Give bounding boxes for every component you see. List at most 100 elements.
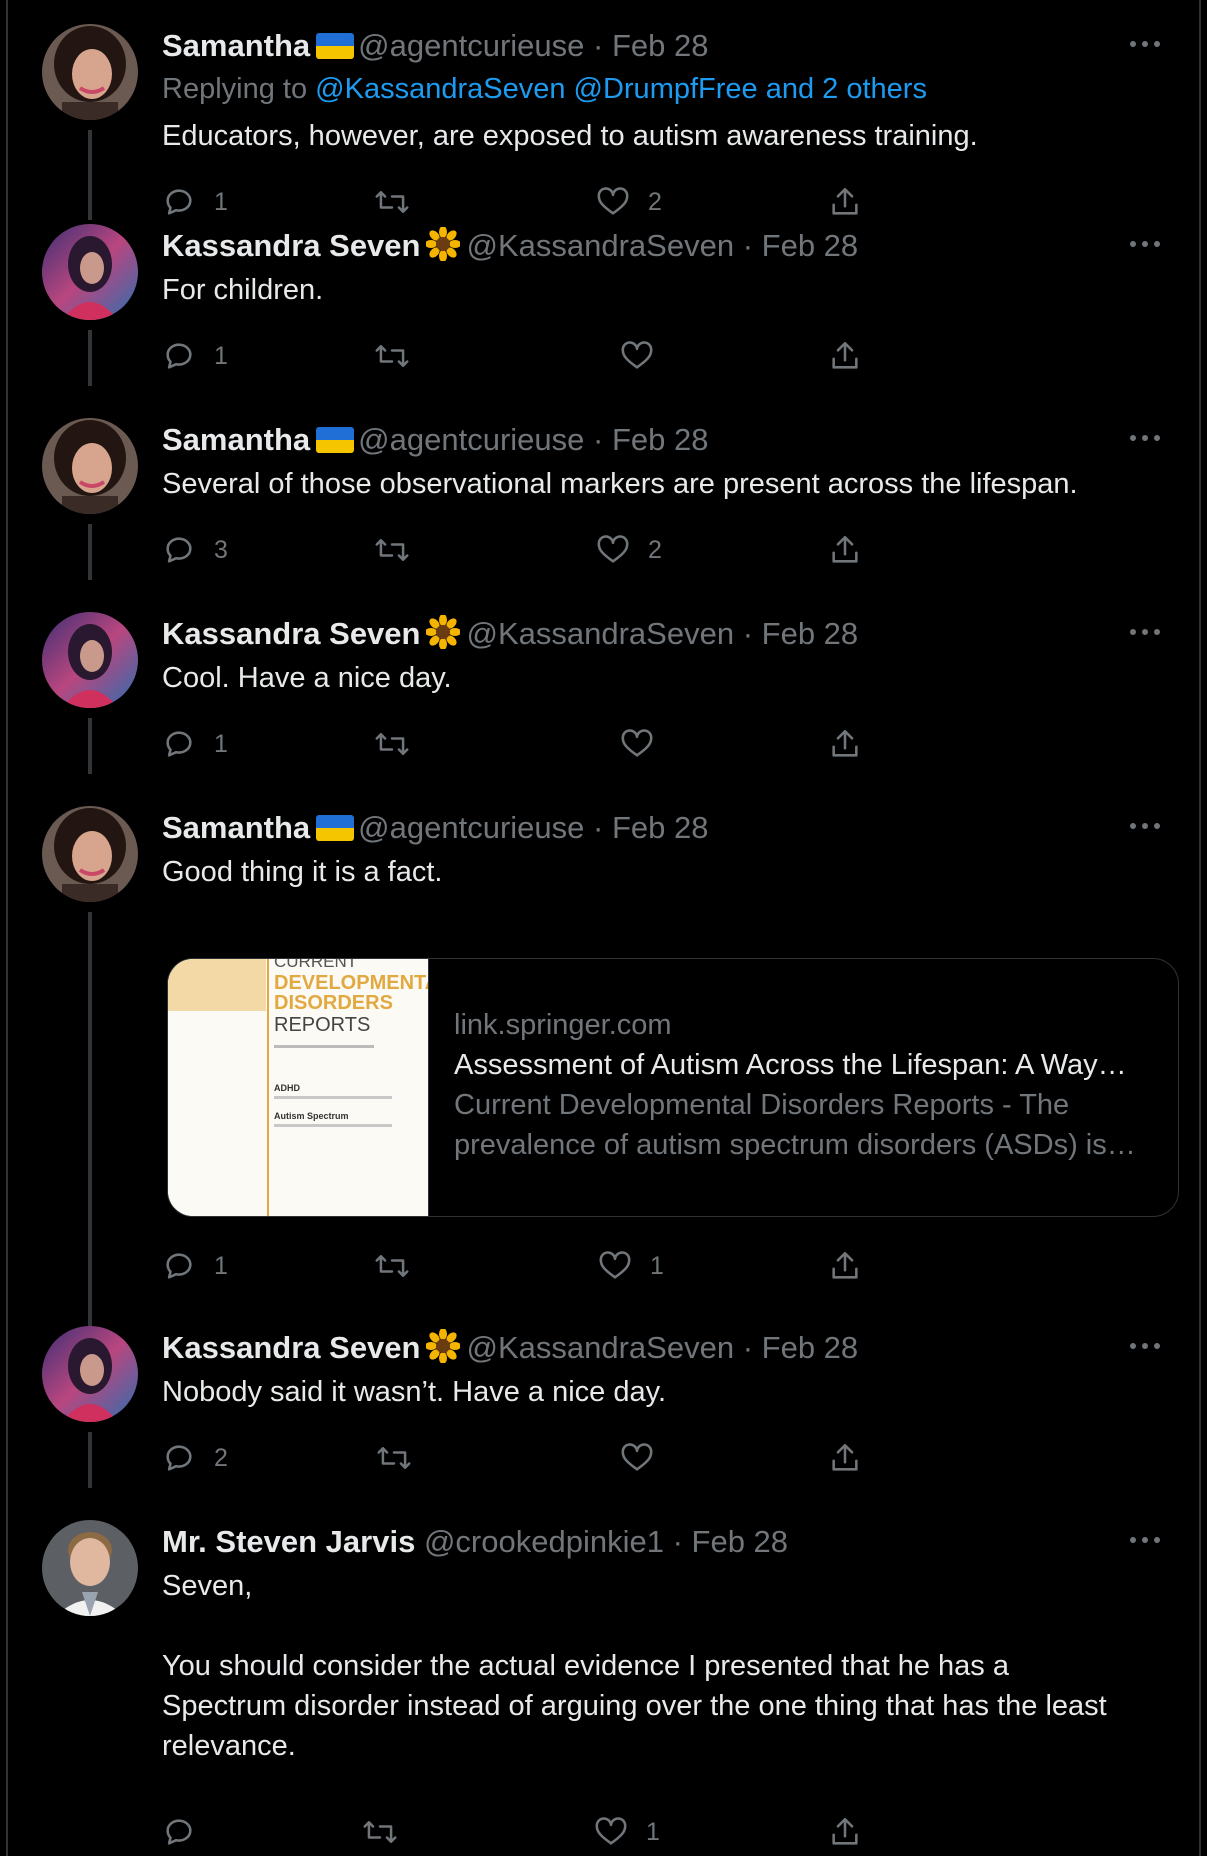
thread-line	[88, 1432, 92, 1488]
more-icon	[1130, 435, 1160, 441]
display-name[interactable]: Kassandra Seven	[162, 616, 420, 651]
tweet-text: For children.	[162, 274, 324, 306]
more-icon	[1130, 823, 1160, 829]
reply-button[interactable]: 3	[162, 530, 228, 570]
avatar[interactable]	[42, 1520, 138, 1616]
like-button[interactable]: 2	[596, 530, 662, 570]
more-icon	[1130, 241, 1160, 247]
retweet-button[interactable]	[374, 724, 428, 764]
thread-line	[88, 130, 92, 220]
retweet-icon	[375, 345, 409, 367]
like-button[interactable]	[620, 336, 672, 376]
tweet-date[interactable]: Feb 28	[762, 1330, 859, 1365]
separator: ·	[742, 1330, 754, 1365]
retweet-button[interactable]	[362, 1812, 416, 1852]
avatar[interactable]	[42, 24, 138, 120]
more-options-button[interactable]	[1127, 1522, 1163, 1558]
replying-to-link[interactable]: @KassandraSeven @DrumpfFree and 2 others	[315, 73, 927, 105]
more-options-button[interactable]	[1127, 26, 1163, 62]
display-name[interactable]: Samantha	[162, 422, 310, 457]
user-handle[interactable]: @agentcurieuse	[358, 810, 584, 845]
avatar[interactable]	[42, 806, 138, 902]
separator: ·	[593, 422, 604, 457]
user-handle[interactable]: @agentcurieuse	[358, 422, 584, 457]
display-name[interactable]: Samantha	[162, 28, 310, 63]
retweet-button[interactable]	[374, 1246, 428, 1286]
tweet-header: Kassandra Seven @KassandraSeven · Feb 28	[162, 226, 1203, 266]
retweet-button[interactable]	[376, 1438, 430, 1478]
separator: ·	[593, 28, 604, 63]
tweet-actions: 1	[162, 336, 1203, 376]
user-handle[interactable]: @KassandraSeven	[466, 616, 734, 651]
more-options-button[interactable]	[1127, 808, 1163, 844]
tweet-date[interactable]: Feb 28	[762, 228, 859, 263]
retweet-button[interactable]	[374, 530, 428, 570]
tweet-date[interactable]: Feb 28	[612, 28, 709, 63]
avatar[interactable]	[42, 224, 138, 320]
display-name[interactable]: Kassandra Seven	[162, 228, 420, 263]
reply-count: 1	[214, 341, 228, 370]
ukraine-flag-icon	[316, 427, 355, 453]
like-count: 2	[648, 535, 662, 564]
retweet-button[interactable]	[374, 336, 428, 376]
tweet-date[interactable]: Feb 28	[612, 810, 709, 845]
tweet-actions: 1	[162, 1812, 1203, 1852]
reply-button[interactable]: 1	[162, 182, 228, 222]
more-options-button[interactable]	[1127, 1328, 1163, 1364]
separator: ·	[742, 616, 754, 651]
link-card-meta: link.springer.com Assessment of Autism A…	[454, 1005, 1158, 1165]
share-button[interactable]	[828, 1812, 862, 1852]
tweet-date[interactable]: Feb 28	[612, 422, 709, 457]
like-button[interactable]	[620, 1438, 672, 1478]
reply-button[interactable]: 1	[162, 336, 228, 376]
user-handle[interactable]: @KassandraSeven	[466, 228, 734, 263]
share-button[interactable]	[828, 1246, 862, 1286]
retweet-button[interactable]	[374, 182, 428, 222]
share-button[interactable]	[828, 182, 862, 222]
thread-line	[88, 912, 92, 1326]
more-options-button[interactable]	[1127, 614, 1163, 650]
more-icon	[1130, 629, 1160, 635]
reply-button[interactable]	[162, 1812, 214, 1852]
tweet-text: Good thing it is a fact.	[162, 856, 443, 888]
reply-count: 1	[214, 1251, 228, 1280]
reply-button[interactable]: 2	[162, 1438, 228, 1478]
heart-icon	[621, 1443, 653, 1471]
avatar[interactable]	[42, 418, 138, 514]
tweet-header: Kassandra Seven @KassandraSeven · Feb 28	[162, 614, 1203, 654]
user-handle[interactable]: @agentcurieuse	[358, 28, 584, 63]
retweet-icon	[363, 1821, 397, 1843]
heart-icon	[597, 187, 629, 215]
sunflower-icon	[425, 1328, 462, 1364]
like-button[interactable]: 2	[596, 182, 662, 222]
share-button[interactable]	[828, 724, 862, 764]
separator: ·	[672, 1524, 683, 1559]
share-button[interactable]	[828, 530, 862, 570]
like-button[interactable]	[620, 724, 672, 764]
tweet-text: Nobody said it wasn’t. Have a nice day.	[162, 1376, 667, 1408]
display-name[interactable]: Kassandra Seven	[162, 1330, 420, 1365]
more-options-button[interactable]	[1127, 420, 1163, 456]
link-card-description-line2: prevalence of autism spectrum disorders …	[454, 1129, 1136, 1161]
avatar[interactable]	[42, 1326, 138, 1422]
tweet-text: Cool. Have a nice day.	[162, 662, 452, 694]
reply-button[interactable]: 1	[162, 1246, 228, 1286]
reply-count: 1	[214, 729, 228, 758]
share-button[interactable]	[828, 336, 862, 376]
display-name[interactable]: Mr. Steven Jarvis	[162, 1524, 415, 1559]
display-name[interactable]: Samantha	[162, 810, 310, 845]
share-button[interactable]	[828, 1438, 862, 1478]
reply-icon	[166, 1819, 192, 1845]
tweet-date[interactable]: Feb 28	[692, 1524, 789, 1559]
tweet-text-line-3: Spectrum disorder instead of arguing ove…	[162, 1690, 1107, 1722]
like-button[interactable]: 1	[594, 1812, 660, 1852]
reply-button[interactable]: 1	[162, 724, 228, 764]
like-button[interactable]: 1	[598, 1246, 664, 1286]
separator: ·	[593, 810, 604, 845]
link-card[interactable]: CURRENT DEVELOPMENTAL DISORDERS REPORTS …	[167, 958, 1179, 1217]
user-handle[interactable]: @KassandraSeven	[466, 1330, 734, 1365]
avatar[interactable]	[42, 612, 138, 708]
more-options-button[interactable]	[1127, 226, 1163, 262]
tweet-date[interactable]: Feb 28	[762, 616, 859, 651]
user-handle[interactable]: @crookedpinkie1	[424, 1524, 664, 1559]
